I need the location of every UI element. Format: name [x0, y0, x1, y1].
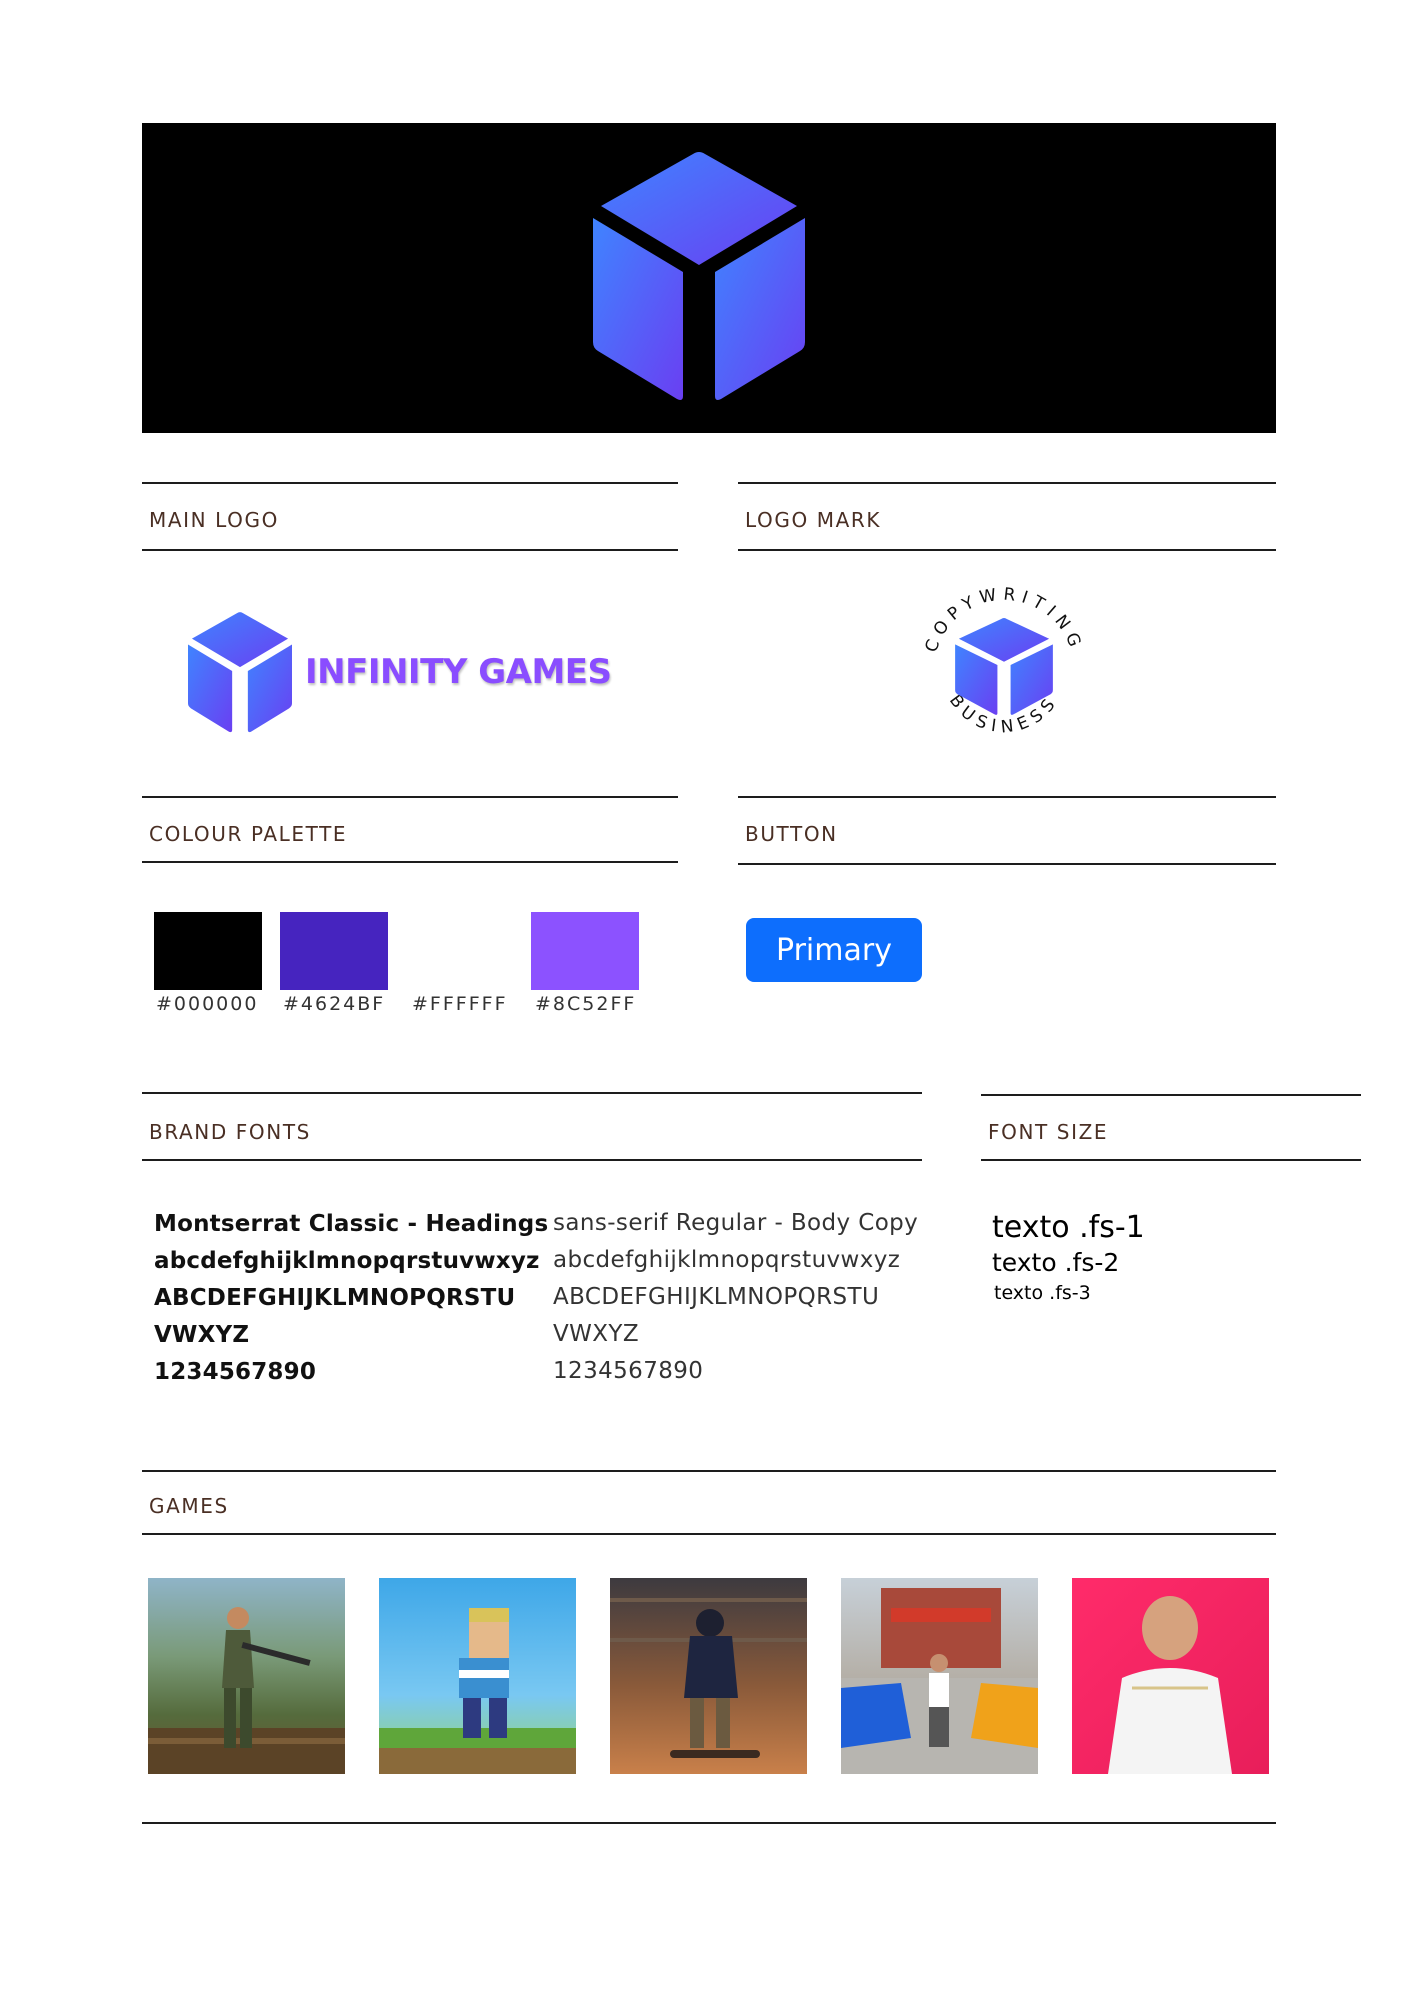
divider [142, 796, 678, 798]
font-size-fs-1: texto .fs-1 [992, 1210, 1145, 1245]
swatch-hex-label: #FFFFFF [412, 993, 508, 1015]
section-title-logo-mark: LOGO MARK [745, 508, 882, 532]
body-font-uppercase: VWXYZ [553, 1321, 640, 1347]
game-thumbnail-skate[interactable] [610, 1578, 807, 1774]
divider [738, 796, 1276, 798]
body-font-name: sans-serif Regular - Body Copy [553, 1210, 919, 1236]
swatch-black [154, 912, 262, 990]
game-thumbnail-shooter[interactable] [148, 1578, 345, 1774]
section-title-font-size: FONT SIZE [988, 1120, 1109, 1144]
heading-font-name: Montserrat Classic - Headings [154, 1211, 549, 1237]
swatch-indigo [280, 912, 388, 990]
font-size-fs-3: texto .fs-3 [994, 1282, 1091, 1304]
swatch-hex-label: #4624BF [283, 993, 386, 1015]
game-thumbnail-city[interactable] [841, 1578, 1038, 1774]
body-font-digits: 1234567890 [553, 1358, 704, 1384]
section-title-button: BUTTON [745, 822, 838, 846]
swatch-white [406, 912, 514, 990]
section-title-colour-palette: COLOUR PALETTE [149, 822, 348, 846]
heading-font-digits: 1234567890 [154, 1359, 317, 1385]
body-font-sample: sans-serif Regular - Body Copy abcdefghi… [553, 1205, 918, 1390]
body-font-uppercase: ABCDEFGHIJKLMNOPQRSTU [553, 1284, 880, 1310]
divider [738, 549, 1276, 551]
divider [142, 482, 678, 484]
divider [142, 861, 678, 863]
divider [738, 482, 1276, 484]
divider [142, 1470, 1276, 1472]
game-thumbnail-football[interactable] [1072, 1578, 1269, 1774]
divider [142, 1092, 922, 1094]
swatch-hex-label: #000000 [156, 993, 259, 1015]
swatch-hex-label: #8C52FF [535, 993, 637, 1015]
heading-font-sample: Montserrat Classic - Headings abcdefghij… [154, 1206, 548, 1391]
swatch-violet [531, 912, 639, 990]
heading-font-uppercase: ABCDEFGHIJKLMNOPQRSTU [154, 1285, 516, 1311]
game-thumbnail-blocks[interactable] [379, 1578, 576, 1774]
logo-mark-badge: COPYWRITING BUSINESS [912, 578, 1096, 762]
divider [981, 1094, 1361, 1096]
heading-font-uppercase: VWXYZ [154, 1322, 250, 1348]
main-logo: INFINITY GAMES [188, 612, 638, 734]
cube-logo-icon [955, 618, 1053, 715]
logo-wordmark: INFINITY GAMES [305, 652, 612, 692]
divider [981, 1159, 1361, 1161]
divider [142, 549, 678, 551]
section-title-games: GAMES [149, 1494, 229, 1518]
heading-font-lowercase: abcdefghijklmnopqrstuvwxyz [154, 1248, 540, 1274]
brand-banner [142, 123, 1276, 433]
cube-logo-icon [188, 612, 292, 733]
badge-bottom-text: BUSINESS [945, 691, 1063, 738]
divider [142, 1159, 922, 1161]
divider [142, 1533, 1276, 1535]
cube-logo-icon [593, 152, 805, 400]
section-title-brand-fonts: BRAND FONTS [149, 1120, 311, 1144]
font-size-fs-2: texto .fs-2 [992, 1248, 1120, 1277]
section-title-main-logo: MAIN LOGO [149, 508, 279, 532]
divider [738, 863, 1276, 865]
divider [142, 1822, 1276, 1824]
body-font-lowercase: abcdefghijklmnopqrstuvwxyz [553, 1247, 901, 1273]
primary-button[interactable]: Primary [746, 918, 922, 982]
